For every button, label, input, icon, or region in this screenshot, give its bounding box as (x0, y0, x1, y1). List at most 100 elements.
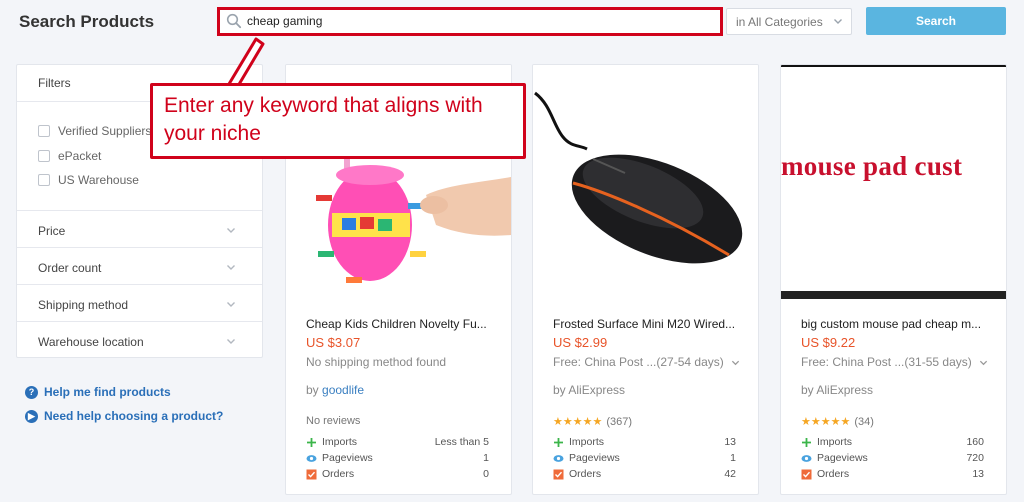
stat-label: Pageviews (817, 452, 868, 464)
eye-icon (553, 455, 564, 462)
seller-line: by AliExpress (553, 383, 625, 397)
checkbox-epacket[interactable]: ePacket (38, 148, 101, 164)
filter-shipping-method[interactable]: Shipping method (17, 286, 262, 322)
stat-label: Imports (322, 436, 358, 448)
stat-value: 13 (724, 436, 736, 448)
stat-value: 1 (483, 452, 489, 464)
header-bar: Search Products in All Categories Search (0, 0, 1024, 44)
by-label: by (801, 383, 814, 397)
checkbox-label: US Warehouse (58, 173, 139, 187)
checkbox[interactable] (38, 125, 50, 137)
orders-stat: Orders 42 (553, 468, 736, 482)
product-title[interactable]: Cheap Kids Children Novelty Fu... (306, 317, 496, 331)
product-title[interactable]: Frosted Surface Mini M20 Wired... (553, 317, 743, 331)
eye-icon (801, 455, 812, 462)
shipping-info[interactable]: Free: China Post ...(31-55 days) (801, 355, 988, 369)
stat-label: Imports (569, 436, 605, 448)
stat-label: Imports (817, 436, 853, 448)
eye-icon (306, 455, 317, 462)
search-icon (226, 13, 242, 29)
orders-icon (553, 469, 564, 480)
product-image[interactable]: mouse pad cust (781, 65, 1006, 299)
shipping-text: Free: China Post ...(31-55 days) (801, 355, 972, 369)
by-label: by (553, 383, 566, 397)
filter-price[interactable]: Price (17, 212, 262, 248)
seller-link[interactable]: goodlife (322, 383, 364, 397)
orders-stat: Orders 13 (801, 468, 984, 482)
divider (17, 247, 262, 248)
plus-icon (802, 438, 811, 447)
stat-value: 13 (972, 468, 984, 480)
plus-icon (554, 438, 563, 447)
stat-value: 1 (730, 452, 736, 464)
stat-label: Orders (817, 468, 850, 480)
help-link-label: Need help choosing a product? (44, 409, 224, 423)
product-image[interactable] (533, 65, 758, 299)
shipping-info: No shipping method found (306, 355, 447, 369)
checkbox-us-warehouse[interactable]: US Warehouse (38, 172, 139, 188)
chevron-down-icon (227, 265, 235, 270)
filter-label: Order count (38, 261, 102, 275)
page-title: Search Products (19, 12, 155, 31)
chevron-down-icon (227, 302, 235, 307)
stat-label: Orders (569, 468, 602, 480)
category-select[interactable]: in All Categories (726, 8, 852, 35)
orders-stat: Orders 0 (306, 468, 489, 482)
product-image-text: mouse pad cust (781, 151, 963, 181)
filter-label: Warehouse location (38, 335, 144, 349)
chevron-down-icon (227, 339, 235, 344)
by-label: by (306, 383, 319, 397)
shipping-info[interactable]: Free: China Post ...(27-54 days) (553, 355, 740, 369)
shipping-text: Free: China Post ...(27-54 days) (553, 355, 724, 369)
checkbox-label: ePacket (58, 149, 102, 163)
orders-icon (801, 469, 812, 480)
search-button[interactable]: Search (866, 7, 1006, 35)
search-input[interactable] (247, 11, 707, 31)
filter-order-count[interactable]: Order count (17, 249, 262, 285)
stat-label: Pageviews (569, 452, 620, 464)
divider (17, 210, 262, 211)
imports-stat: Imports Less than 5 (306, 436, 489, 450)
help-find-products-link[interactable]: ? Help me find products (25, 384, 171, 400)
product-card[interactable]: Frosted Surface Mini M20 Wired... US $2.… (532, 64, 759, 495)
callout-text: Enter any keyword that aligns with your … (164, 94, 483, 145)
pageviews-stat: Pageviews 1 (553, 452, 736, 466)
checkbox[interactable] (38, 174, 50, 186)
category-select-label: in All Categories (736, 15, 823, 29)
reviews-count: (367) (606, 415, 632, 428)
reviews-count: (34) (854, 415, 874, 428)
seller-line: by AliExpress (801, 383, 873, 397)
chevron-down-icon (227, 228, 235, 233)
play-icon: ▶ (25, 409, 38, 423)
divider (17, 321, 262, 322)
question-icon: ? (25, 385, 38, 399)
chevron-down-icon (731, 361, 740, 366)
stat-value: 0 (483, 468, 489, 480)
product-price: US $3.07 (306, 335, 361, 350)
help-choosing-product-link[interactable]: ▶ Need help choosing a product? (25, 408, 223, 424)
chevron-down-icon (834, 19, 842, 24)
seller-name: AliExpress (568, 383, 626, 397)
rating: ★★★★★ (367) (553, 415, 632, 429)
filters-title: Filters (38, 76, 71, 90)
checkbox-label: Verified Suppliers (58, 124, 152, 138)
checkbox-verified-suppliers[interactable]: Verified Suppliers (38, 123, 151, 139)
chevron-down-icon (979, 361, 988, 366)
reviews-text: No reviews (306, 415, 361, 427)
plus-icon (307, 438, 316, 447)
star-rating-icon: ★★★★★ (801, 416, 851, 428)
seller-name: AliExpress (816, 383, 874, 397)
filter-warehouse-location[interactable]: Warehouse location (17, 323, 262, 359)
stat-value: Less than 5 (434, 436, 489, 448)
imports-stat: Imports 160 (801, 436, 984, 450)
help-link-label: Help me find products (44, 385, 171, 399)
filter-label: Shipping method (38, 298, 129, 312)
product-title[interactable]: big custom mouse pad cheap m... (801, 317, 991, 331)
filter-label: Price (38, 224, 66, 238)
checkbox[interactable] (38, 150, 50, 162)
product-card[interactable]: mouse pad cust big custom mouse pad chea… (780, 64, 1007, 495)
product-price: US $2.99 (553, 335, 608, 350)
stat-label: Pageviews (322, 452, 373, 464)
star-rating-icon: ★★★★★ (553, 416, 603, 428)
pageviews-stat: Pageviews 1 (306, 452, 489, 466)
